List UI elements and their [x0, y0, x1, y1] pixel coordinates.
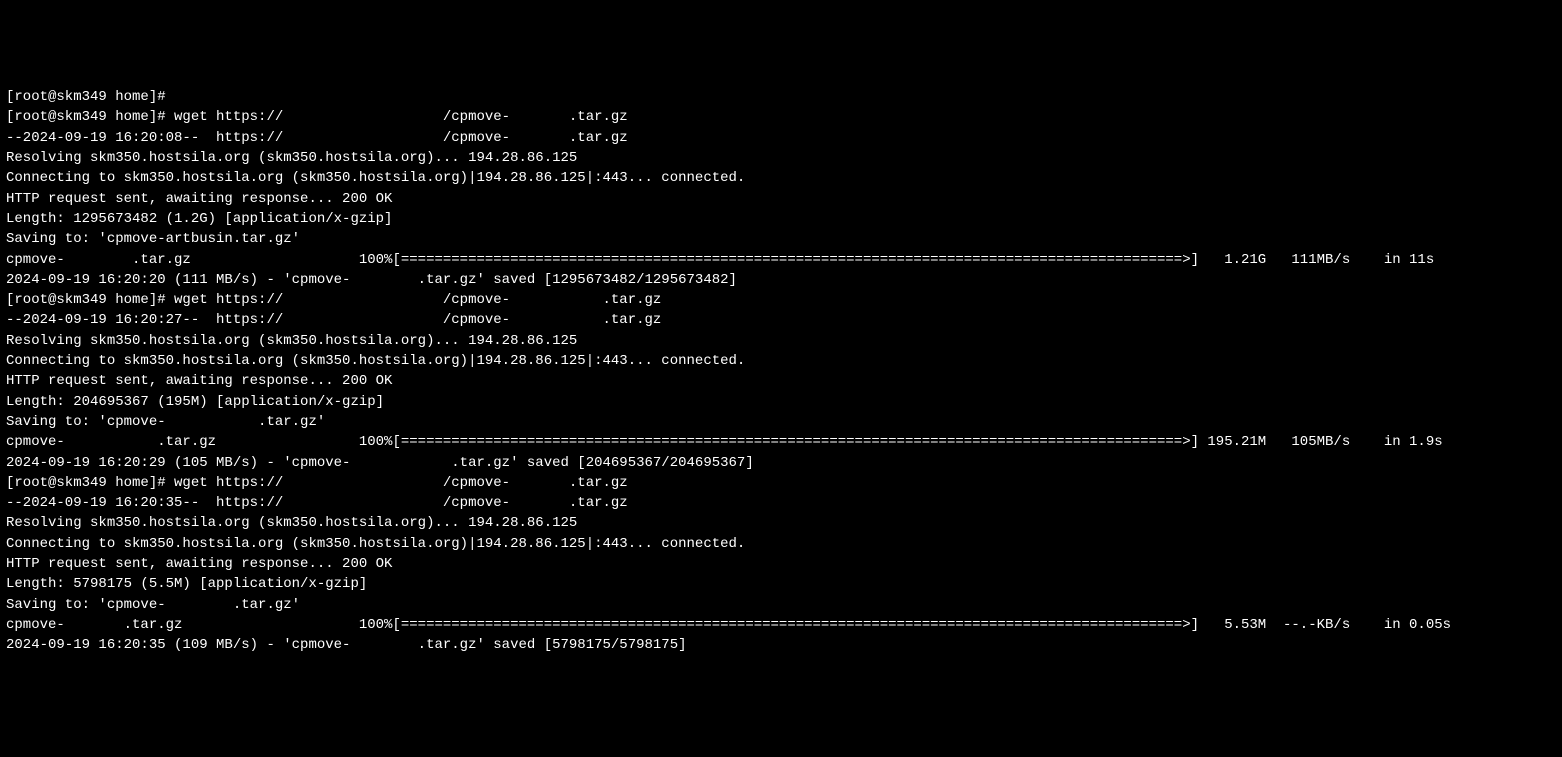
terminal-line: Saving to: 'cpmove- .tar.gz' — [6, 412, 1556, 432]
terminal-output[interactable]: [root@skm349 home]#[root@skm349 home]# w… — [6, 87, 1556, 655]
terminal-line: Length: 5798175 (5.5M) [application/x-gz… — [6, 574, 1556, 594]
terminal-line: Resolving skm350.hostsila.org (skm350.ho… — [6, 148, 1556, 168]
terminal-line: [root@skm349 home]# wget https:// /cpmov… — [6, 290, 1556, 310]
terminal-line: Length: 204695367 (195M) [application/x-… — [6, 392, 1556, 412]
terminal-line: HTTP request sent, awaiting response... … — [6, 371, 1556, 391]
terminal-line: [root@skm349 home]# — [6, 87, 1556, 107]
terminal-line: Connecting to skm350.hostsila.org (skm35… — [6, 351, 1556, 371]
terminal-line: --2024-09-19 16:20:35-- https:// /cpmove… — [6, 493, 1556, 513]
terminal-line: HTTP request sent, awaiting response... … — [6, 189, 1556, 209]
terminal-line: 2024-09-19 16:20:20 (111 MB/s) - 'cpmove… — [6, 270, 1556, 290]
terminal-line: --2024-09-19 16:20:27-- https:// /cpmove… — [6, 310, 1556, 330]
terminal-line: Resolving skm350.hostsila.org (skm350.ho… — [6, 513, 1556, 533]
terminal-line: Connecting to skm350.hostsila.org (skm35… — [6, 168, 1556, 188]
terminal-line: Resolving skm350.hostsila.org (skm350.ho… — [6, 331, 1556, 351]
terminal-line: [root@skm349 home]# wget https:// /cpmov… — [6, 107, 1556, 127]
terminal-line: HTTP request sent, awaiting response... … — [6, 554, 1556, 574]
terminal-line: 2024-09-19 16:20:35 (109 MB/s) - 'cpmove… — [6, 635, 1556, 655]
terminal-line: Connecting to skm350.hostsila.org (skm35… — [6, 534, 1556, 554]
terminal-line: 2024-09-19 16:20:29 (105 MB/s) - 'cpmove… — [6, 453, 1556, 473]
terminal-line: Length: 1295673482 (1.2G) [application/x… — [6, 209, 1556, 229]
terminal-line: Saving to: 'cpmove- .tar.gz' — [6, 595, 1556, 615]
terminal-line: cpmove- .tar.gz 100%[===================… — [6, 250, 1556, 270]
terminal-line: Saving to: 'cpmove-artbusin.tar.gz' — [6, 229, 1556, 249]
terminal-line: [root@skm349 home]# wget https:// /cpmov… — [6, 473, 1556, 493]
terminal-line: cpmove- .tar.gz 100%[===================… — [6, 432, 1556, 452]
terminal-line: cpmove- .tar.gz 100%[===================… — [6, 615, 1556, 635]
terminal-line: --2024-09-19 16:20:08-- https:// /cpmove… — [6, 128, 1556, 148]
